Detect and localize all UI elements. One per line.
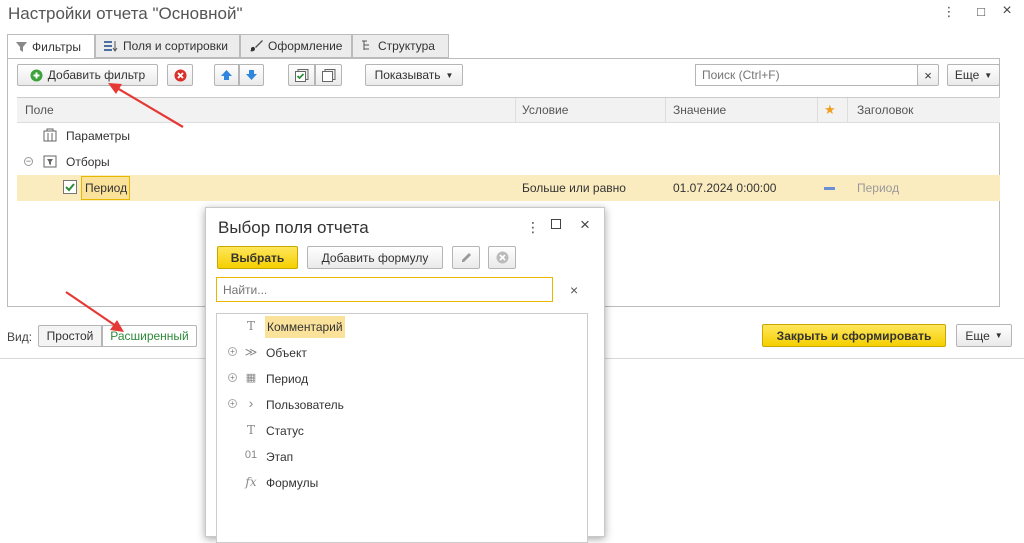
arrow-to-add-filter	[116, 87, 184, 128]
arrowhead	[110, 320, 124, 332]
arrow-to-advanced	[65, 291, 117, 327]
annotation-arrows	[65, 83, 184, 332]
